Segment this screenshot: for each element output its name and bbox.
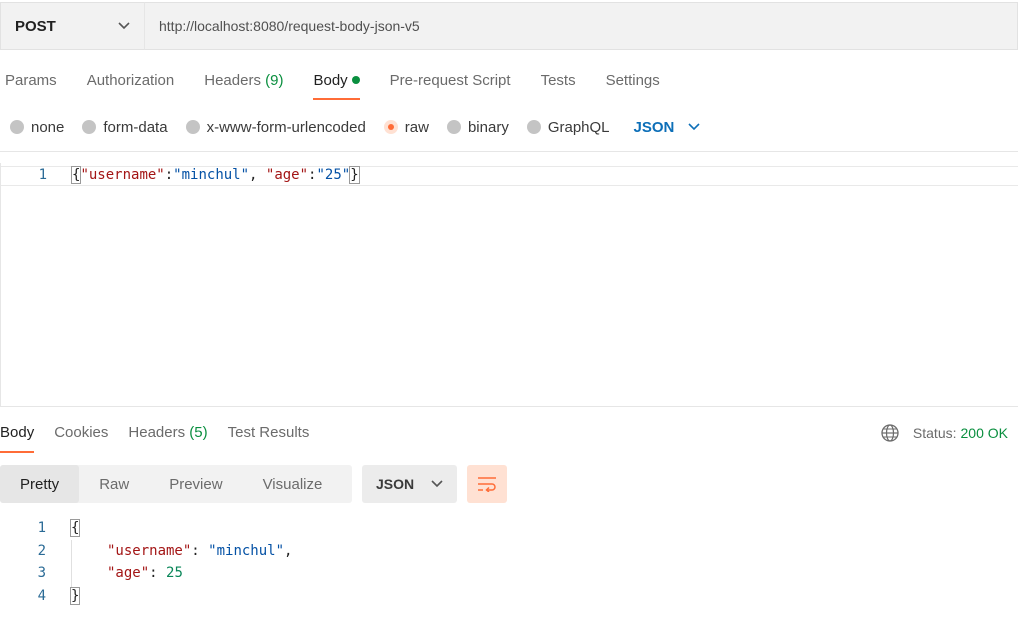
method-label: POST bbox=[15, 17, 56, 35]
code-line: "age": 25 bbox=[107, 565, 183, 581]
code-line: } bbox=[69, 587, 81, 605]
view-mode-pretty[interactable]: Pretty bbox=[0, 465, 80, 503]
view-mode-preview[interactable]: Preview bbox=[149, 465, 242, 503]
request-body-editor[interactable]: 1 {"username":"minchul", "age":"25"} bbox=[0, 163, 1018, 407]
line-number: 4 bbox=[37, 588, 46, 604]
line-number: 1 bbox=[37, 520, 46, 536]
wrap-lines-button[interactable] bbox=[467, 465, 507, 503]
tab-authorization[interactable]: Authorization bbox=[87, 66, 175, 89]
status-code: 200 OK bbox=[960, 425, 1008, 441]
response-tab-headers[interactable]: Headers (5) bbox=[128, 424, 207, 441]
body-modified-dot bbox=[351, 76, 360, 84]
radio-x-www-form-urlencoded[interactable]: x-www-form-urlencoded bbox=[185, 119, 366, 136]
view-mode-segmented-control: Pretty Raw Preview Visualize bbox=[0, 465, 352, 503]
line-number: 1 bbox=[38, 167, 47, 183]
globe-icon[interactable] bbox=[881, 424, 899, 442]
tab-settings[interactable]: Settings bbox=[606, 66, 660, 89]
radio-none[interactable]: none bbox=[10, 119, 64, 136]
url-text: http://localhost:8080/request-body-json-… bbox=[159, 18, 420, 34]
radio-raw[interactable]: raw bbox=[383, 119, 429, 136]
radio-binary[interactable]: binary bbox=[446, 119, 509, 136]
request-tabs: Params Authorization Headers (9) Body Pr… bbox=[0, 66, 690, 102]
wrap-lines-icon bbox=[478, 477, 496, 492]
view-mode-raw[interactable]: Raw bbox=[79, 465, 149, 503]
radio-button[interactable] bbox=[185, 120, 200, 134]
chevron-down-icon bbox=[118, 22, 130, 30]
headers-count: (9) bbox=[265, 72, 284, 89]
code-line: { bbox=[69, 519, 81, 537]
radio-button[interactable] bbox=[82, 120, 97, 134]
response-format-select[interactable]: JSON bbox=[362, 465, 457, 503]
line-number: 3 bbox=[37, 565, 46, 581]
chevron-down-icon bbox=[431, 480, 443, 488]
divider bbox=[0, 151, 1018, 152]
code-line: "username": "minchul", bbox=[107, 543, 293, 559]
indent-guide bbox=[71, 540, 72, 588]
radio-button-selected[interactable] bbox=[383, 120, 398, 134]
body-type-options: none form-data x-www-form-urlencoded raw… bbox=[10, 116, 700, 138]
tab-body[interactable]: Body bbox=[313, 66, 360, 100]
chevron-down-icon bbox=[688, 123, 700, 131]
tab-params[interactable]: Params bbox=[5, 66, 57, 89]
request-url-bar: POST http://localhost:8080/request-body-… bbox=[0, 2, 1018, 50]
radio-graphql[interactable]: GraphQL bbox=[526, 119, 610, 136]
line-number: 2 bbox=[37, 543, 46, 559]
tab-pre-request-script[interactable]: Pre-request Script bbox=[390, 66, 511, 89]
code-line: {"username":"minchul", "age":"25"} bbox=[70, 166, 360, 184]
radio-form-data[interactable]: form-data bbox=[82, 119, 168, 136]
response-tab-body[interactable]: Body bbox=[0, 424, 35, 453]
radio-button[interactable] bbox=[446, 120, 461, 134]
active-tab-underline bbox=[313, 98, 360, 100]
status-label: Status: bbox=[912, 425, 957, 441]
response-tab-test-results[interactable]: Test Results bbox=[228, 424, 310, 441]
view-mode-visualize[interactable]: Visualize bbox=[243, 465, 343, 503]
radio-button[interactable] bbox=[526, 120, 541, 134]
response-tabs: Body Cookies Headers (5) Test Results bbox=[0, 424, 329, 453]
response-status: Status: 200 OK bbox=[881, 424, 1008, 442]
tab-tests[interactable]: Tests bbox=[541, 66, 576, 89]
radio-button[interactable] bbox=[10, 120, 24, 134]
headers-count: (5) bbox=[189, 424, 208, 441]
active-tab-underline bbox=[0, 451, 35, 453]
method-select[interactable]: POST bbox=[0, 2, 144, 50]
response-tab-cookies[interactable]: Cookies bbox=[54, 424, 108, 441]
url-input[interactable]: http://localhost:8080/request-body-json-… bbox=[144, 2, 1018, 50]
body-format-select[interactable]: JSON bbox=[634, 119, 701, 136]
tab-headers[interactable]: Headers (9) bbox=[204, 66, 283, 89]
